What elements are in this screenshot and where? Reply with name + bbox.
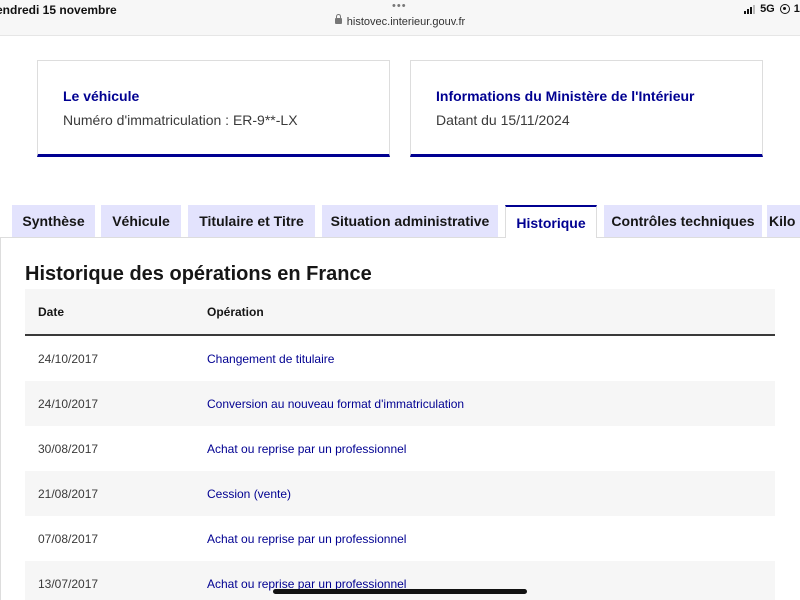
table-row: 30/08/2017 Achat ou reprise par un profe…	[25, 426, 775, 471]
table-row: 21/08/2017 Cession (vente)	[25, 471, 775, 516]
column-header-date: Date	[38, 304, 65, 319]
address-bar[interactable]: histovec.interieur.gouv.fr	[0, 14, 800, 28]
table-header: Date Opération	[25, 289, 775, 336]
registration-number: Numéro d'immatriculation : ER-9**-LX	[63, 112, 298, 128]
url-text: histovec.interieur.gouv.fr	[346, 16, 466, 28]
column-header-operation: Opération	[207, 304, 264, 319]
row-date: 21/08/2017	[38, 486, 99, 501]
network-label: 5G	[760, 3, 775, 15]
table-row: 24/10/2017 Conversion au nouveau format …	[25, 381, 775, 426]
tab-situation-administrative[interactable]: Situation administrative	[322, 205, 498, 237]
signal-icon	[744, 4, 756, 14]
home-indicator[interactable]	[273, 589, 527, 594]
tab-controles-techniques[interactable]: Contrôles techniques	[604, 205, 762, 237]
vehicle-card: Le véhicule Numéro d'immatriculation : E…	[37, 60, 390, 157]
tab-titulaire-et-titre[interactable]: Titulaire et Titre	[188, 205, 315, 237]
row-operation: Conversion au nouveau format d'immatricu…	[207, 396, 465, 411]
row-operation: Achat ou reprise par un professionnel	[207, 531, 407, 546]
page: endredi 15 novembre ••• histovec.interie…	[0, 0, 800, 600]
more-dots-icon[interactable]: •••	[392, 0, 407, 12]
status-date: endredi 15 novembre	[0, 3, 117, 17]
sync-icon	[779, 4, 790, 14]
status-indicators: 5G 10	[744, 3, 800, 15]
row-date: 24/10/2017	[38, 351, 99, 366]
row-operation: Cession (vente)	[207, 486, 292, 501]
tab-vehicule[interactable]: Véhicule	[101, 205, 181, 237]
row-date: 30/08/2017	[38, 441, 99, 456]
page-title: Historique des opérations en France	[25, 263, 372, 285]
data-date: Datant du 15/11/2024	[436, 112, 570, 128]
table-row: 07/08/2017 Achat ou reprise par un profe…	[25, 516, 775, 561]
table-row: 13/07/2017 Achat ou reprise par un profe…	[25, 561, 775, 600]
table-row: 24/10/2017 Changement de titulaire	[25, 336, 775, 381]
tab-synthese[interactable]: Synthèse	[12, 205, 95, 237]
table-body: 24/10/2017 Changement de titulaire 24/10…	[25, 336, 775, 600]
tab-kilometrage[interactable]: Kilo	[767, 205, 800, 237]
ministry-card: Informations du Ministère de l'Intérieur…	[410, 60, 763, 157]
tab-bar: Synthèse Véhicule Titulaire et Titre Sit…	[0, 205, 800, 239]
row-operation: Changement de titulaire	[207, 351, 335, 366]
row-operation: Achat ou reprise par un professionnel	[207, 441, 407, 456]
status-bar: endredi 15 novembre ••• histovec.interie…	[0, 0, 800, 36]
row-date: 13/07/2017	[38, 576, 99, 591]
ministry-card-title: Informations du Ministère de l'Intérieur	[436, 88, 695, 104]
battery-label: 10	[793, 3, 800, 15]
history-table: Date Opération 24/10/2017 Changement de …	[25, 289, 775, 600]
row-date: 24/10/2017	[38, 396, 99, 411]
row-date: 07/08/2017	[38, 531, 99, 546]
tab-historique[interactable]: Historique	[505, 205, 597, 239]
vehicle-card-title: Le véhicule	[63, 88, 140, 104]
lock-icon	[334, 14, 342, 24]
